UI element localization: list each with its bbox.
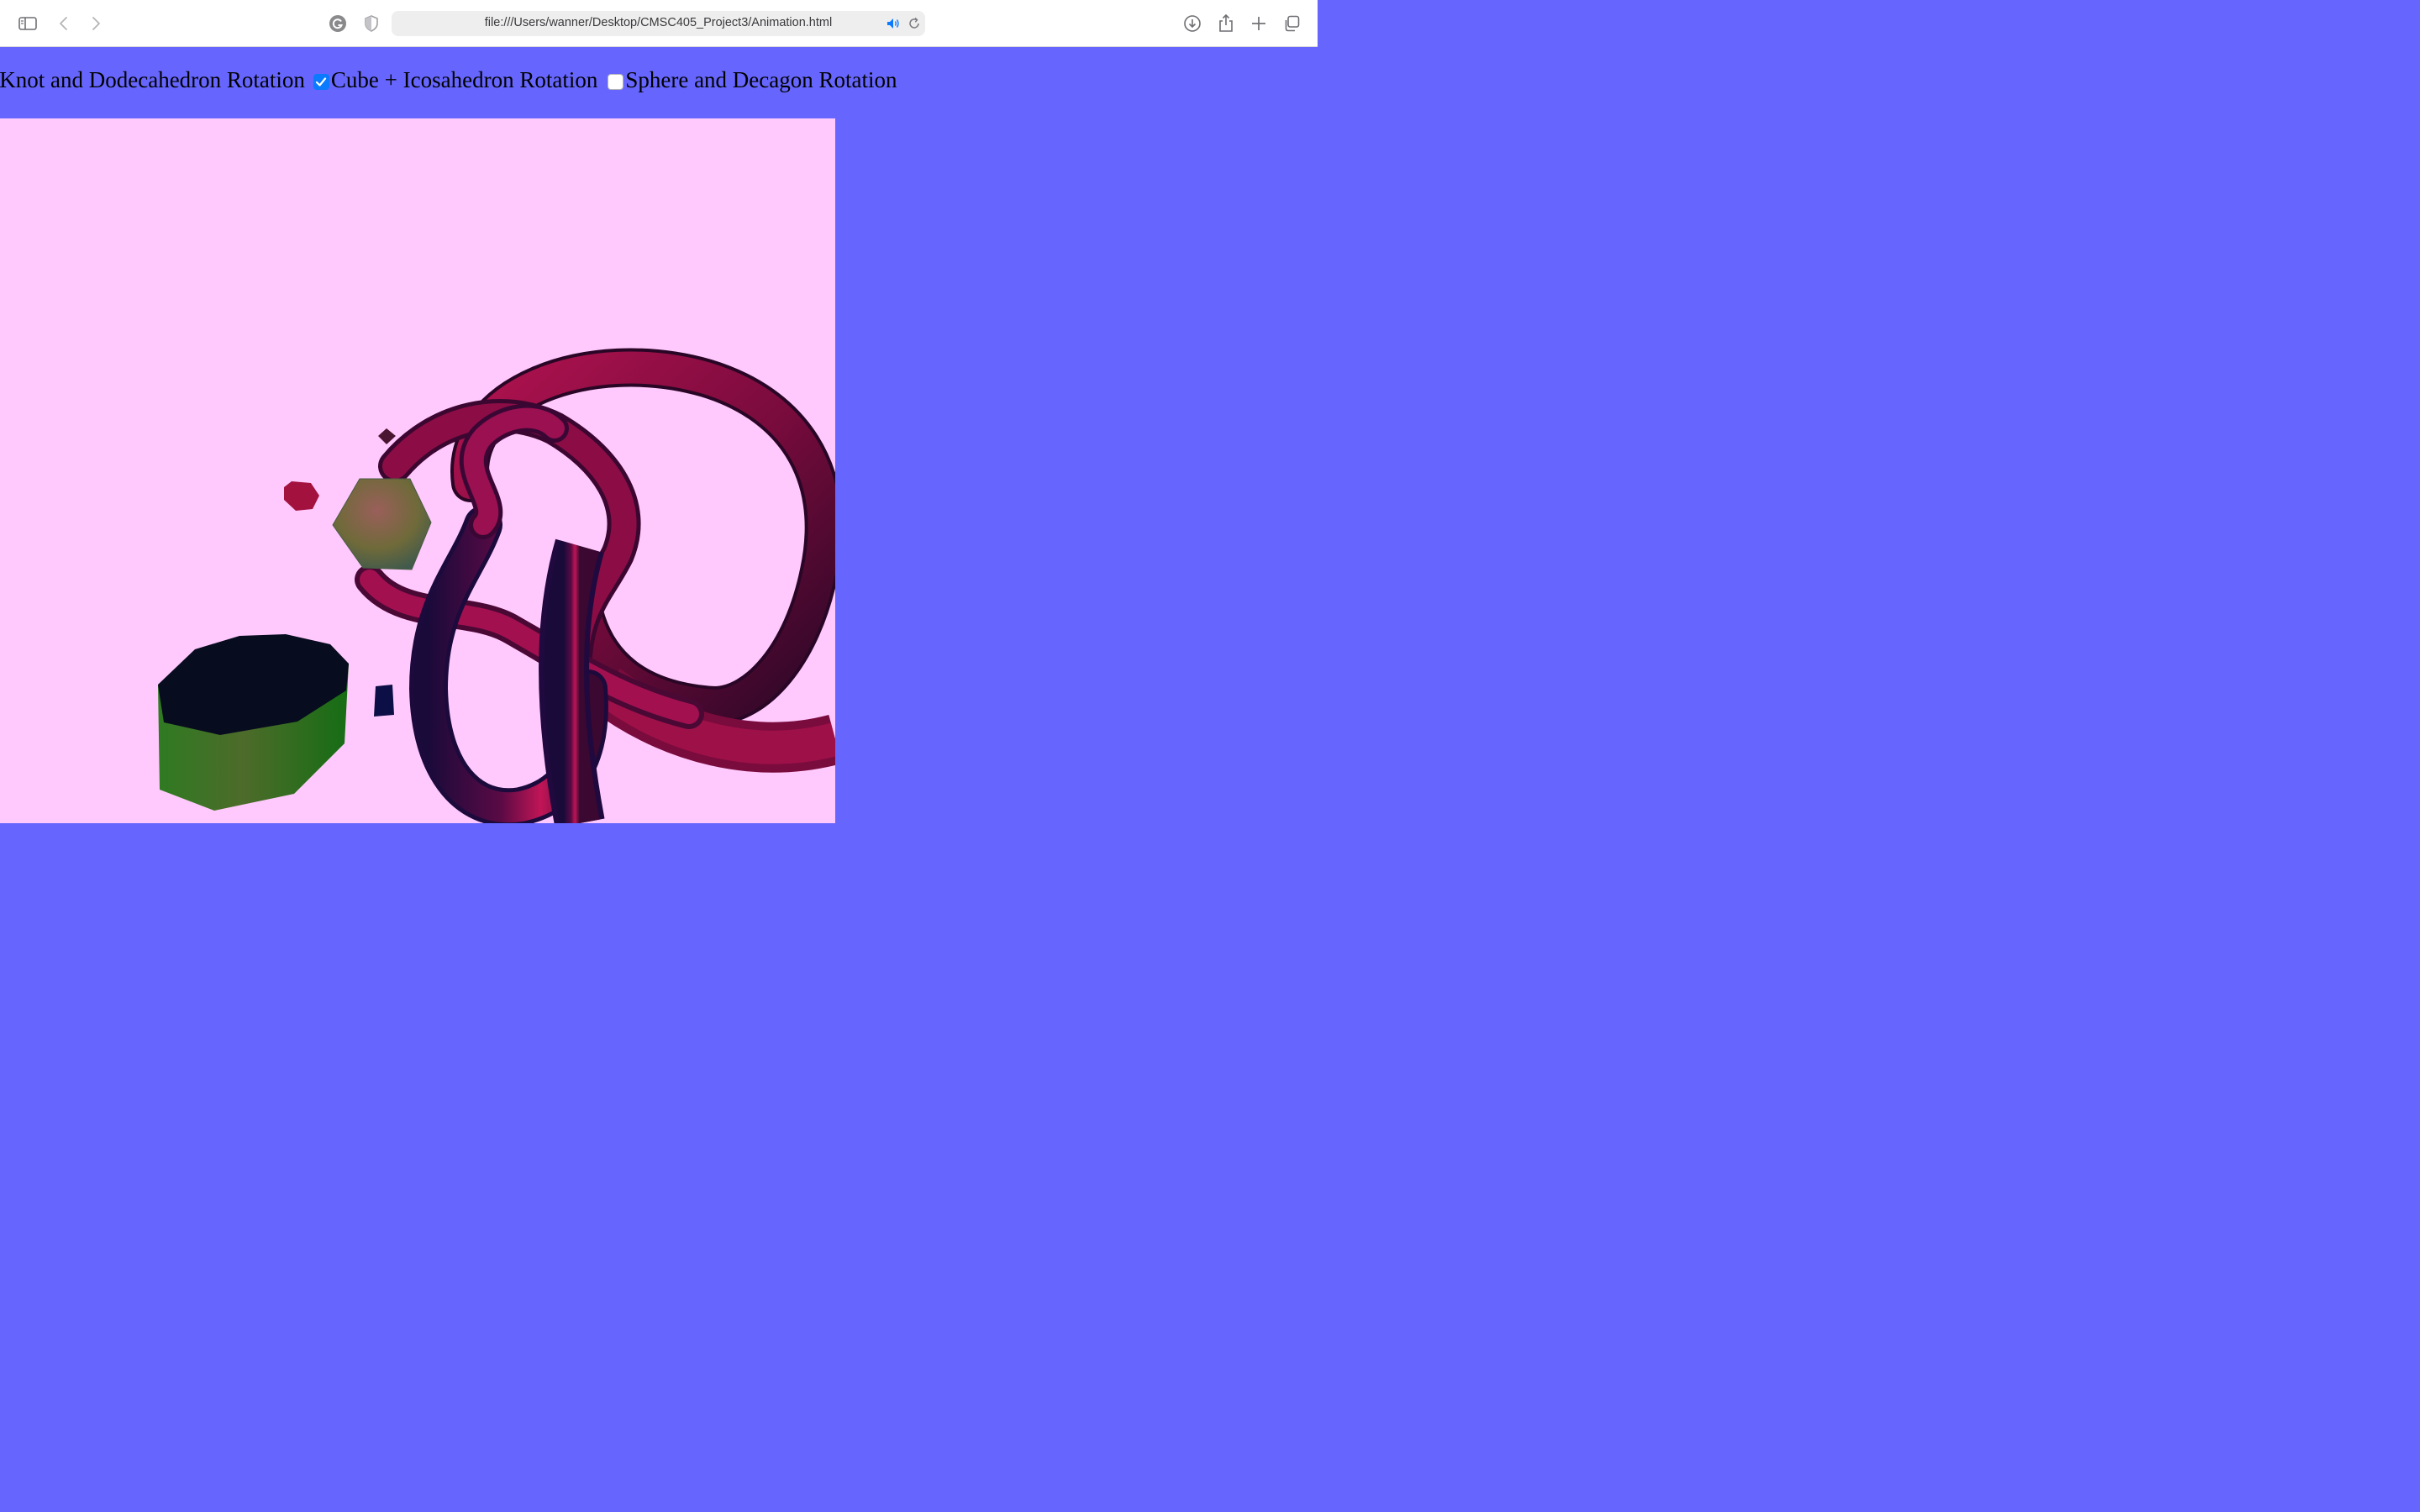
share-icon[interactable] bbox=[1214, 12, 1238, 35]
small-cube bbox=[374, 685, 394, 717]
shield-icon[interactable] bbox=[360, 12, 383, 35]
plus-icon[interactable] bbox=[1247, 12, 1270, 35]
cube-icosahedron-label[interactable]: Cube + Icosahedron Rotation bbox=[331, 67, 597, 93]
chevron-left-icon[interactable] bbox=[52, 12, 76, 35]
tiny-diamond bbox=[378, 428, 396, 444]
rotation-controls: s Knot and Dodecahedron Rotation Cube + … bbox=[0, 48, 1318, 118]
url-text: file:///Users/wanner/Desktop/CMSC405_Pro… bbox=[484, 16, 833, 29]
chevron-right-icon[interactable] bbox=[84, 12, 108, 35]
address-bar[interactable]: file:///Users/wanner/Desktop/CMSC405_Pro… bbox=[392, 11, 925, 36]
reload-icon[interactable] bbox=[907, 16, 922, 34]
torus-knot-rotation-label[interactable]: s Knot and Dodecahedron Rotation bbox=[0, 67, 305, 93]
grammarly-icon[interactable] bbox=[326, 12, 350, 35]
torus-knot bbox=[355, 348, 835, 823]
sphere-decagon-checkbox[interactable] bbox=[608, 74, 624, 90]
tab-overview-icon[interactable] bbox=[1280, 12, 1303, 35]
icosahedron bbox=[332, 478, 432, 570]
octagonal-prism bbox=[158, 634, 349, 811]
speaker-icon[interactable] bbox=[886, 16, 901, 34]
cube-icosahedron-checkbox[interactable] bbox=[313, 74, 329, 90]
small-dodecahedron bbox=[284, 481, 319, 511]
sidebar-icon[interactable] bbox=[16, 12, 39, 35]
browser-toolbar: file:///Users/wanner/Desktop/CMSC405_Pro… bbox=[0, 0, 1318, 47]
download-icon[interactable] bbox=[1181, 12, 1204, 35]
animation-canvas[interactable] bbox=[0, 118, 835, 823]
scene-render bbox=[158, 348, 835, 823]
sphere-decagon-label[interactable]: Sphere and Decagon Rotation bbox=[625, 67, 897, 93]
